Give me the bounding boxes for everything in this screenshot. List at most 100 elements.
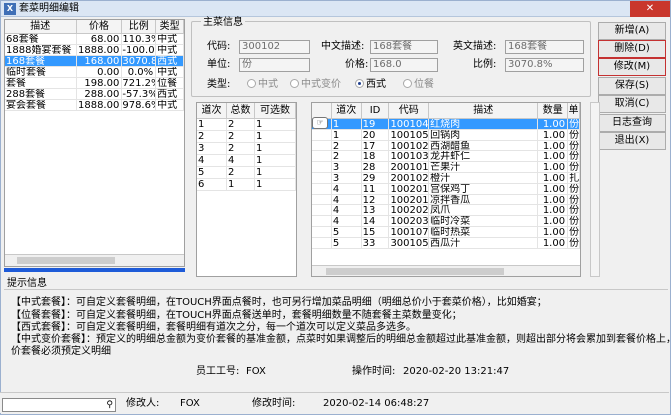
column-header-optional[interactable]: 可选数 bbox=[255, 103, 296, 118]
column-header-ratio[interactable]: 比例 bbox=[122, 20, 157, 33]
package-list-scrollbar[interactable] bbox=[5, 254, 184, 266]
save-button[interactable]: 保存(S) bbox=[598, 77, 666, 95]
modifier-label: 修改人: bbox=[126, 398, 160, 409]
cell-price: 288.00 bbox=[76, 89, 123, 100]
log-query-button[interactable]: 日志查询 bbox=[598, 114, 666, 132]
cell-desc: 橙汁 bbox=[429, 172, 539, 184]
cell-level: 1 bbox=[331, 129, 362, 141]
code-field[interactable]: 300102 bbox=[239, 40, 310, 54]
package-row[interactable]: 套餐198.00721.2%位餐 bbox=[5, 78, 184, 89]
detail-row[interactable]: 2 17 100102 西湖醋鱼 1.00 份 bbox=[312, 140, 580, 152]
type-radio-chinese[interactable]: 中式 bbox=[247, 79, 278, 91]
detail-row[interactable]: 4 13 100202 凤爪 1.00 份 bbox=[312, 205, 580, 217]
course-level-row[interactable]: 521 bbox=[197, 167, 296, 179]
cell-unit: 扎 bbox=[568, 172, 580, 184]
cell-unit: 份 bbox=[568, 119, 580, 130]
cell-total: 1 bbox=[227, 179, 255, 191]
course-level-grid[interactable]: 道次 总数 可选数 121221321441521611 bbox=[196, 102, 297, 277]
detail-grid[interactable]: 道次 ID 代码 描述 数量 单 1 19 100104 红烧肉 1.00 份 1 20 100… bbox=[311, 102, 581, 277]
detail-row[interactable]: 4 14 100203 临时冷菜 1.00 份 bbox=[312, 216, 580, 227]
detail-row[interactable]: 4 12 100201 凉拌香瓜 1.00 份 bbox=[312, 194, 580, 206]
cell-qty: 1.00 bbox=[538, 237, 569, 249]
operation-time-value: 2020-02-20 13:21:47 bbox=[403, 366, 510, 377]
cell-unit: 份 bbox=[568, 162, 580, 173]
column-header-total[interactable]: 总数 bbox=[227, 103, 255, 118]
cell-desc: 宫保鸡丁 bbox=[429, 183, 539, 195]
cell-total: 2 bbox=[227, 119, 255, 131]
course-level-row[interactable]: 321 bbox=[197, 143, 296, 155]
column-header-price[interactable]: 价格 bbox=[77, 20, 123, 33]
column-header-qty[interactable]: 数量 bbox=[538, 103, 569, 118]
detail-row[interactable]: 5 15 100107 临时热菜 1.00 份 bbox=[312, 226, 580, 238]
column-header-level[interactable]: 道次 bbox=[332, 103, 362, 118]
cell-code: 100104 bbox=[389, 119, 430, 130]
radio-dot bbox=[290, 79, 299, 88]
close-button[interactable]: ✕ bbox=[630, 1, 670, 17]
package-row[interactable]: 68套餐68.00110.3%中式 bbox=[5, 34, 184, 45]
cell-desc: 芒果汁 bbox=[429, 162, 539, 173]
cell-id: 19 bbox=[361, 119, 390, 130]
cell-unit: 份 bbox=[568, 151, 580, 163]
cell-type: 中式 bbox=[156, 45, 184, 56]
cell-desc: 西瓜汁 bbox=[429, 237, 539, 249]
hint-line: 【中式变价套餐】：预定义的明细总金额为变价套餐的基准金额，点菜时如果调整后的明细… bbox=[11, 334, 671, 345]
cell-optional: 1 bbox=[255, 119, 296, 131]
modify-button[interactable]: 修改(M) bbox=[598, 58, 666, 76]
package-row[interactable]: 168套餐168.003070.8%西式 bbox=[5, 56, 184, 67]
detail-row[interactable]: 2 18 100103 龙井虾仁 1.00 份 bbox=[312, 151, 580, 163]
detail-row[interactable]: 5 33 300105 西瓜汁 1.00 份 bbox=[312, 237, 580, 249]
course-level-row[interactable]: 221 bbox=[197, 131, 296, 143]
cell-qty: 1.00 bbox=[538, 226, 569, 238]
column-header-type[interactable]: 类型 bbox=[156, 20, 184, 33]
package-row[interactable]: 宴会套餐1888.00978.6%中式 bbox=[5, 100, 184, 111]
detail-row[interactable]: 4 11 100201 宫保鸡丁 1.00 份 bbox=[312, 183, 580, 195]
cn-desc-field[interactable]: 168套餐 bbox=[370, 40, 438, 54]
scroll-thumb[interactable] bbox=[326, 268, 504, 275]
cell-desc: 临时套餐 bbox=[5, 67, 77, 78]
detail-row[interactable]: 3 29 200102 橙汁 1.00 扎 bbox=[312, 172, 580, 184]
cell-indicator bbox=[312, 151, 332, 163]
ratio-field[interactable]: 3070.8% bbox=[505, 58, 584, 72]
cell-desc: 68套餐 bbox=[5, 34, 77, 45]
search-input[interactable]: ⚲ bbox=[2, 398, 116, 412]
detail-row[interactable]: 3 28 200101 芒果汁 1.00 份 bbox=[312, 162, 580, 173]
cell-code: 100203 bbox=[389, 216, 430, 227]
package-row[interactable]: 288套餐 288.00 -57.3% 西式 bbox=[5, 89, 184, 100]
en-desc-field[interactable]: 168套餐 bbox=[505, 40, 584, 54]
package-row[interactable]: 临时套餐 0.00 0.0% 中式 bbox=[5, 67, 184, 78]
vertical-scrollbar[interactable] bbox=[590, 102, 600, 277]
package-row[interactable]: 1888婚宴套餐1888.00-100.0%中式 bbox=[5, 45, 184, 56]
cell-indicator bbox=[312, 216, 332, 227]
column-header-code[interactable]: 代码 bbox=[389, 103, 430, 118]
cell-qty: 1.00 bbox=[538, 119, 569, 130]
exit-button[interactable]: 退出(X) bbox=[598, 132, 666, 150]
detail-row[interactable]: 1 20 100105 回锅肉 1.00 份 bbox=[312, 129, 580, 141]
column-header-unit[interactable]: 单 bbox=[568, 103, 580, 118]
type-radio-set[interactable]: 位餐 bbox=[403, 79, 434, 91]
column-header-row-indicator bbox=[312, 103, 332, 118]
column-header-id[interactable]: ID bbox=[362, 103, 390, 118]
add-button[interactable]: 新增(A) bbox=[598, 22, 666, 40]
course-level-row[interactable]: 611 bbox=[197, 179, 296, 191]
package-list[interactable]: 描述 价格 比例 类型 68套餐68.00110.3%中式1888婚宴套餐188… bbox=[4, 19, 185, 267]
course-level-row[interactable]: 441 bbox=[197, 155, 296, 167]
radio-dot bbox=[403, 79, 412, 88]
unit-field[interactable]: 份 bbox=[239, 58, 310, 72]
price-field[interactable]: 168.0 bbox=[370, 58, 438, 72]
scroll-thumb[interactable] bbox=[17, 257, 115, 264]
cell-price: 168.00 bbox=[76, 56, 123, 67]
column-header-desc[interactable]: 描述 bbox=[5, 20, 77, 33]
type-radio-chinese-variable[interactable]: 中式变价 bbox=[290, 79, 341, 91]
detail-grid-scrollbar[interactable] bbox=[312, 265, 580, 276]
search-icon[interactable]: ⚲ bbox=[106, 400, 113, 410]
detail-row[interactable]: 1 19 100104 红烧肉 1.00 份 bbox=[312, 119, 580, 130]
type-radio-western[interactable]: 西式 bbox=[355, 79, 386, 91]
cell-code: 100107 bbox=[389, 226, 430, 238]
column-header-desc[interactable]: 描述 bbox=[429, 103, 539, 118]
ratio-label: 比例: bbox=[473, 59, 497, 70]
column-header-level[interactable]: 道次 bbox=[197, 103, 227, 118]
course-level-row[interactable]: 121 bbox=[197, 119, 296, 131]
delete-button[interactable]: 删除(D) bbox=[598, 40, 666, 58]
cancel-button[interactable]: 取消(C) bbox=[598, 95, 666, 113]
cell-qty: 1.00 bbox=[538, 151, 569, 163]
